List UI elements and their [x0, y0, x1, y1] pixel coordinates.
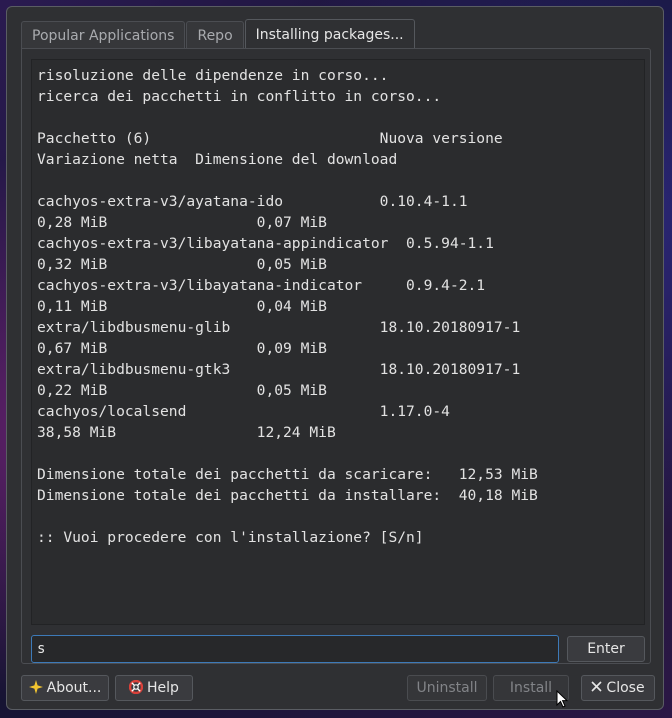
terminal-line: :: Vuoi procedere con l'installazione? [… — [37, 529, 424, 546]
about-button-label: About... — [46, 680, 102, 696]
terminal-line: Dimensione totale dei pacchetti da insta… — [37, 487, 538, 504]
terminal-line: ricerca dei pacchetti in conflitto in co… — [37, 88, 442, 105]
command-input[interactable] — [31, 635, 559, 663]
tab-installing-packages[interactable]: Installing packages... — [244, 19, 415, 49]
terminal-line: extra/libdbusmenu-gtk3 18.10.20180917-1 — [37, 361, 521, 378]
terminal-line: 0,28 MiB 0,07 MiB — [37, 214, 327, 231]
enter-button[interactable]: Enter — [567, 636, 645, 662]
uninstall-button[interactable]: Uninstall — [407, 675, 487, 701]
close-button[interactable]: Close — [581, 675, 655, 701]
help-button-label: Help — [147, 680, 179, 696]
terminal-line: risoluzione delle dipendenze in corso... — [37, 67, 389, 84]
terminal-line: 0,11 MiB 0,04 MiB — [37, 298, 327, 315]
terminal-line: 0,67 MiB 0,09 MiB — [37, 340, 327, 357]
uninstall-button-label: Uninstall — [416, 680, 478, 696]
terminal-text: risoluzione delle dipendenze in corso...… — [32, 60, 644, 548]
mouse-cursor-icon — [556, 690, 568, 708]
terminal-output[interactable]: risoluzione delle dipendenze in corso...… — [31, 59, 645, 625]
sparkle-icon — [28, 679, 43, 697]
terminal-line: 38,58 MiB 12,24 MiB — [37, 424, 336, 441]
tab-repo[interactable]: Repo — [186, 21, 244, 49]
close-button-label: Close — [606, 680, 645, 696]
about-button[interactable]: About... — [21, 675, 109, 701]
tab-panel: risoluzione delle dipendenze in corso...… — [21, 48, 651, 664]
terminal-line: 0,22 MiB 0,05 MiB — [37, 382, 327, 399]
installer-window: Popular Applications Repo Installing pac… — [6, 6, 664, 710]
help-button[interactable]: Help — [115, 675, 193, 701]
install-button-label: Install — [509, 680, 553, 696]
terminal-line: cachyos-extra-v3/ayatana-ido 0.10.4-1.1 — [37, 193, 468, 210]
input-row: Enter — [31, 635, 645, 665]
terminal-line: Pacchetto (6) Nuova versione — [37, 130, 503, 147]
enter-button-label: Enter — [587, 641, 625, 657]
lifebuoy-icon — [128, 679, 144, 697]
terminal-line: 0,32 MiB 0,05 MiB — [37, 256, 327, 273]
terminal-line: extra/libdbusmenu-glib 18.10.20180917-1 — [37, 319, 521, 336]
terminal-line: Dimensione totale dei pacchetti da scari… — [37, 466, 538, 483]
terminal-line: cachyos-extra-v3/libayatana-indicator 0.… — [37, 277, 486, 294]
close-icon — [591, 681, 602, 695]
terminal-line: Variazione netta Dimensione del download — [37, 151, 398, 168]
terminal-line: cachyos/localsend 1.17.0-4 — [37, 403, 450, 420]
terminal-line: cachyos-extra-v3/libayatana-appindicator… — [37, 235, 494, 252]
tab-bar: Popular Applications Repo Installing pac… — [21, 19, 416, 49]
tab-popular-applications[interactable]: Popular Applications — [21, 21, 186, 49]
